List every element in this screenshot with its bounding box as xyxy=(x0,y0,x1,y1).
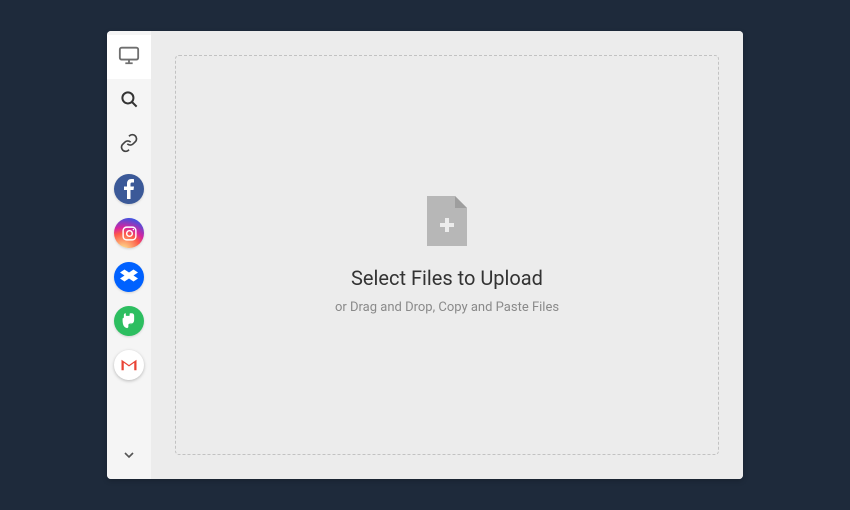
dropzone[interactable]: Select Files to Upload or Drag and Drop,… xyxy=(175,55,719,455)
evernote-icon xyxy=(114,306,144,336)
dropzone-title: Select Files to Upload xyxy=(351,266,543,290)
source-my-device[interactable] xyxy=(107,35,151,79)
source-web-search[interactable] xyxy=(107,79,151,123)
dropzone-subtitle: or Drag and Drop, Copy and Paste Files xyxy=(335,300,559,315)
source-link[interactable] xyxy=(107,123,151,167)
source-gmail[interactable] xyxy=(107,343,151,387)
source-instagram[interactable] xyxy=(107,211,151,255)
gmail-icon xyxy=(114,350,144,380)
source-sidebar xyxy=(107,31,151,479)
facebook-icon xyxy=(114,174,144,204)
instagram-icon xyxy=(114,218,144,248)
link-icon xyxy=(119,133,139,157)
source-evernote[interactable] xyxy=(107,299,151,343)
chevron-down-icon xyxy=(121,447,137,467)
file-picker-modal: Select Files to Upload or Drag and Drop,… xyxy=(107,31,743,479)
more-sources-button[interactable] xyxy=(107,435,151,479)
add-file-icon xyxy=(427,196,467,250)
main-panel: Select Files to Upload or Drag and Drop,… xyxy=(151,31,743,479)
dropbox-icon xyxy=(114,262,144,292)
source-dropbox[interactable] xyxy=(107,255,151,299)
search-icon xyxy=(120,90,139,113)
source-facebook[interactable] xyxy=(107,167,151,211)
monitor-icon xyxy=(118,44,140,70)
